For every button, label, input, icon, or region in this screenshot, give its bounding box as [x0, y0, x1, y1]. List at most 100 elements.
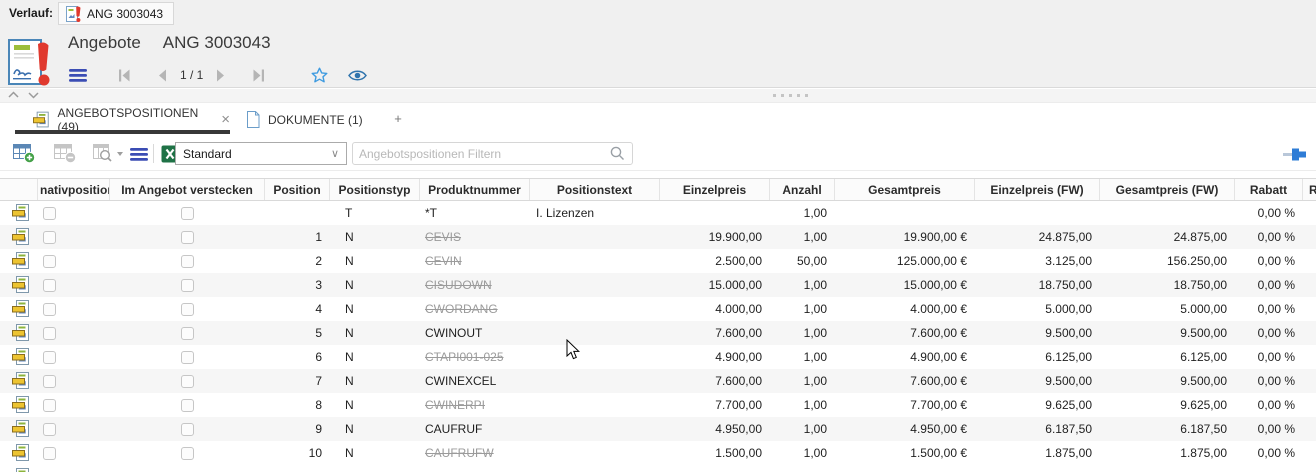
search-position-button-disabled[interactable]	[93, 143, 125, 165]
verstecken-checkbox[interactable]	[181, 207, 194, 220]
position-row-icon[interactable]	[0, 201, 38, 225]
add-position-icon	[13, 144, 36, 164]
table-row[interactable]: 1 N CEVIS 19.900,00 1,00 19.900,00 € 24.…	[0, 225, 1316, 249]
position-row-icon[interactable]	[0, 249, 38, 273]
position-row-icon[interactable]	[0, 225, 38, 249]
grid-menu-button[interactable]	[130, 143, 148, 165]
positions-filter-input[interactable]	[353, 143, 609, 164]
position-row-icon[interactable]	[0, 369, 38, 393]
verstecken-checkbox[interactable]	[181, 327, 194, 340]
cell-rabatt: 0,00 %	[1235, 273, 1303, 297]
alternativposition-checkbox[interactable]	[43, 447, 56, 460]
table-row[interactable]: T *T I. Lizenzen 1,00 0,00 %	[0, 201, 1316, 225]
column-header-position[interactable]: Position	[265, 179, 330, 200]
alternativposition-checkbox[interactable]	[43, 207, 56, 220]
positions-filter-field[interactable]	[352, 142, 633, 165]
cell-anzahl: 1,00	[770, 345, 835, 369]
alternativposition-checkbox[interactable]	[43, 279, 56, 292]
column-header-alternativposition[interactable]: nativposition	[38, 179, 110, 200]
verstecken-checkbox[interactable]	[181, 231, 194, 244]
verstecken-checkbox[interactable]	[181, 279, 194, 292]
cell-anzahl	[770, 465, 835, 472]
column-header-produktnummer[interactable]: Produktnummer	[420, 179, 530, 200]
column-header-row-icon	[0, 179, 38, 200]
column-header-einzelpreis[interactable]: Einzelpreis	[660, 179, 770, 200]
table-row[interactable]: 6 N CTAPI001-025 4.900,00 1,00 4.900,00 …	[0, 345, 1316, 369]
cell-positionstyp: N	[330, 345, 420, 369]
table-row[interactable]: 5 N CWINOUT 7.600,00 1,00 7.600,00 € 9.5…	[0, 321, 1316, 345]
column-header-verstecken[interactable]: Im Angebot verstecken	[110, 179, 265, 200]
tab-angebotspositionen[interactable]: ANGEBOTSPOSITIONEN (49) ×	[15, 103, 230, 136]
alternativposition-checkbox[interactable]	[43, 423, 56, 436]
search-icon[interactable]	[609, 145, 626, 162]
alternativposition-checkbox[interactable]	[43, 375, 56, 388]
add-tab-button[interactable]: +	[390, 111, 406, 126]
position-row-icon[interactable]	[0, 297, 38, 321]
expand-down-icon[interactable]	[28, 91, 39, 99]
cell-rabatt: 0,00 %	[1235, 321, 1303, 345]
verstecken-checkbox[interactable]	[181, 375, 194, 388]
cell-position: 2	[265, 249, 330, 273]
menu-hamburger-button[interactable]	[66, 63, 90, 87]
position-row-icon[interactable]	[0, 321, 38, 345]
table-row[interactable]: 8 N CWINERPI 7.700,00 1,00 7.700,00 € 9.…	[0, 393, 1316, 417]
table-row[interactable]: 10 N CAUFRUFW 1.500,00 1,00 1.500,00 € 1…	[0, 441, 1316, 465]
table-row-partial[interactable]	[0, 465, 1316, 472]
cell-positionstext	[530, 393, 660, 417]
alternativposition-checkbox[interactable]	[43, 327, 56, 340]
alternativposition-checkbox[interactable]	[43, 399, 56, 412]
verstecken-checkbox[interactable]	[181, 255, 194, 268]
add-position-button[interactable]	[13, 143, 36, 165]
toolbar-separator	[153, 144, 154, 163]
first-record-button[interactable]	[112, 63, 136, 87]
alternativposition-checkbox[interactable]	[43, 255, 56, 268]
watch-record-button[interactable]	[345, 63, 369, 87]
column-header-anzahl[interactable]: Anzahl	[770, 179, 835, 200]
favorite-star-button[interactable]	[307, 63, 331, 87]
positions-table: nativposition Im Angebot verstecken Posi…	[0, 178, 1316, 472]
verstecken-checkbox[interactable]	[181, 303, 194, 316]
last-record-button[interactable]	[247, 63, 271, 87]
position-row-icon[interactable]	[0, 345, 38, 369]
column-header-partial[interactable]: R	[1303, 179, 1316, 200]
alternativposition-checkbox[interactable]	[43, 231, 56, 244]
alternativposition-checkbox[interactable]	[43, 303, 56, 316]
table-row[interactable]: 7 N CWINEXCEL 7.600,00 1,00 7.600,00 € 9…	[0, 369, 1316, 393]
cell-einzelpreis: 7.700,00	[660, 393, 770, 417]
column-header-rabatt[interactable]: Rabatt	[1235, 179, 1303, 200]
position-row-icon[interactable]	[0, 273, 38, 297]
verstecken-checkbox[interactable]	[181, 399, 194, 412]
cell-einzelpreis-fw: 9.625,00	[975, 393, 1100, 417]
tab-close-icon[interactable]: ×	[221, 112, 230, 127]
table-row[interactable]: 4 N CWORDANG 4.000,00 1,00 4.000,00 € 5.…	[0, 297, 1316, 321]
verstecken-checkbox[interactable]	[181, 351, 194, 364]
history-item-ang[interactable]: ANG 3003043	[58, 2, 174, 25]
pane-splitter[interactable]	[0, 89, 1316, 103]
table-row[interactable]: 3 N CISUDOWN 15.000,00 1,00 15.000,00 € …	[0, 273, 1316, 297]
table-row[interactable]: 2 N CEVIN 2.500,00 50,00 125.000,00 € 3.…	[0, 249, 1316, 273]
cell-positionstyp: N	[330, 369, 420, 393]
pin-panel-button[interactable]	[1283, 147, 1309, 165]
view-selector-dropdown[interactable]: Standard ∨	[175, 142, 347, 165]
alternativposition-checkbox[interactable]	[43, 351, 56, 364]
position-row-icon[interactable]	[0, 465, 38, 472]
previous-record-button[interactable]	[150, 63, 174, 87]
position-row-icon[interactable]	[0, 441, 38, 465]
position-row-icon[interactable]	[0, 393, 38, 417]
column-header-einzelpreis-fw[interactable]: Einzelpreis (FW)	[975, 179, 1100, 200]
verstecken-checkbox[interactable]	[181, 447, 194, 460]
column-header-positionstyp[interactable]: Positionstyp	[330, 179, 420, 200]
column-header-gesamtpreis-fw[interactable]: Gesamtpreis (FW)	[1100, 179, 1235, 200]
remove-position-button-disabled[interactable]	[54, 143, 77, 165]
position-row-icon[interactable]	[0, 417, 38, 441]
table-row[interactable]: 9 N CAUFRUF 4.950,00 1,00 4.950,00 € 6.1…	[0, 417, 1316, 441]
column-header-gesamtpreis[interactable]: Gesamtpreis	[835, 179, 975, 200]
cell-einzelpreis: 7.600,00	[660, 321, 770, 345]
next-record-button[interactable]	[209, 63, 233, 87]
tab-dokumente[interactable]: DOKUMENTE (1)	[245, 103, 363, 136]
column-header-positionstext[interactable]: Positionstext	[530, 179, 660, 200]
collapse-up-icon[interactable]	[8, 91, 19, 99]
cell-einzelpreis-fw: 6.125,00	[975, 345, 1100, 369]
verstecken-checkbox[interactable]	[181, 423, 194, 436]
splitter-grip-icon[interactable]	[773, 94, 808, 97]
